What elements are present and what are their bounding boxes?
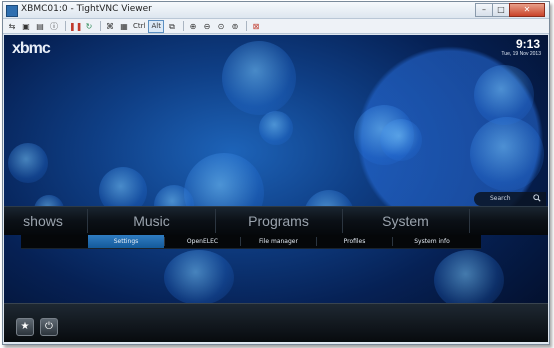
- fullscreen-icon[interactable]: ⊠: [250, 21, 262, 32]
- star-icon: ★: [20, 321, 30, 332]
- sub-menu-item-openelec[interactable]: OpenELEC: [165, 235, 240, 248]
- options-icon[interactable]: ▤: [34, 21, 46, 32]
- background-bubble: [474, 65, 534, 125]
- background-bubble: [259, 111, 293, 145]
- power-button[interactable]: ⏻: [40, 318, 58, 336]
- sub-menu-item-profiles[interactable]: Profiles: [317, 235, 392, 248]
- main-menu-item-shows[interactable]: shows: [4, 210, 82, 232]
- background-bubble: [222, 41, 296, 115]
- background-bubble: [8, 143, 48, 183]
- clock-time: 9:13: [515, 37, 540, 51]
- menu-separator: [87, 209, 88, 233]
- window-title: XBMC01:0 - TightVNC Viewer: [21, 4, 152, 14]
- toolbar-separator: [65, 21, 66, 31]
- vnc-viewer-window: XBMC01:0 - TightVNC Viewer – □ ✕ ⇆ ▣ ▤ ⓘ…: [2, 1, 550, 345]
- ctrl-key-button[interactable]: Ctrl: [132, 21, 146, 32]
- pause-icon[interactable]: ❚❚: [69, 21, 82, 32]
- remote-desktop-viewport[interactable]: xbmc 9:13 Tue, 19 Nov 2013 Search shows …: [4, 35, 548, 342]
- main-menu-item-system[interactable]: System: [343, 210, 468, 232]
- power-icon: ⏻: [45, 321, 53, 332]
- sub-menu-item-settings[interactable]: Settings: [88, 235, 164, 248]
- favourites-button[interactable]: ★: [16, 318, 34, 336]
- close-button[interactable]: ✕: [509, 3, 545, 17]
- background-bubble: [470, 117, 544, 191]
- main-menu-item-music[interactable]: Music: [89, 210, 214, 232]
- refresh-icon[interactable]: ↻: [83, 21, 95, 32]
- background-bubble: [164, 250, 234, 305]
- connection-info-icon[interactable]: ⓘ: [48, 21, 60, 32]
- zoom-out-icon[interactable]: ⊖: [201, 21, 213, 32]
- alt-key-button[interactable]: Alt: [148, 19, 164, 33]
- maximize-button[interactable]: □: [492, 3, 510, 17]
- toolbar-separator: [182, 21, 184, 31]
- search-button[interactable]: Search: [474, 192, 546, 206]
- title-bar[interactable]: XBMC01:0 - TightVNC Viewer – □ ✕: [3, 2, 549, 19]
- toolbar-separator: [245, 21, 247, 31]
- minimize-button[interactable]: –: [475, 3, 493, 17]
- background-bubble: [434, 250, 504, 310]
- main-menu: shows Music Programs System: [4, 206, 548, 235]
- clock-date: Tue, 19 Nov 2013: [501, 51, 541, 57]
- start-menu-icon[interactable]: ▦: [118, 21, 130, 32]
- app-icon: [6, 5, 18, 17]
- search-label: Search: [490, 195, 511, 202]
- main-menu-item-programs[interactable]: Programs: [216, 210, 341, 232]
- footer-bar: ★ ⏻: [4, 303, 548, 342]
- save-session-icon[interactable]: ▣: [20, 21, 32, 32]
- menu-separator: [469, 209, 470, 233]
- sub-menu: Settings OpenELEC File manager Profiles …: [21, 235, 481, 249]
- vnc-toolbar: ⇆ ▣ ▤ ⓘ ❚❚ ↻ ⌘ ▦ Ctrl Alt ⧉ ⊕ ⊖ ⊙ ⊚ ⊠: [3, 19, 549, 34]
- ctrl-alt-del-icon[interactable]: ⌘: [104, 21, 116, 32]
- search-icon: [533, 194, 541, 202]
- sub-menu-item-system-info[interactable]: System info: [393, 235, 471, 248]
- zoom-in-icon[interactable]: ⊕: [187, 21, 199, 32]
- background-bubble: [380, 119, 422, 161]
- zoom-auto-icon[interactable]: ⊚: [229, 21, 241, 32]
- toolbar-separator: [100, 21, 101, 31]
- xbmc-logo: xbmc: [12, 40, 51, 57]
- sub-menu-item-file-manager[interactable]: File manager: [241, 235, 316, 248]
- transfer-files-icon[interactable]: ⧉: [166, 21, 178, 32]
- window-controls: – □ ✕: [475, 3, 545, 17]
- new-connection-icon[interactable]: ⇆: [6, 21, 18, 32]
- zoom-100-icon[interactable]: ⊙: [215, 21, 227, 32]
